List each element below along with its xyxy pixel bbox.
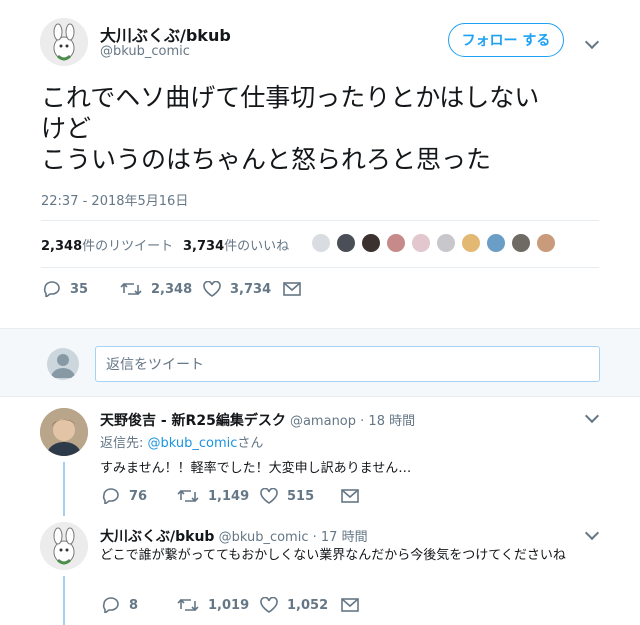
retweet-icon [177,489,199,503]
reply-count: 8 [129,597,139,613]
tweet-text: これでヘソ曲げて仕事切ったりとかはしない けど こういうのはちゃんと怒られろと思… [41,82,611,175]
retweet-action[interactable]: 2,348 [120,281,192,297]
retweet-count: 1,019 [208,597,250,613]
author-name[interactable]: 大川ぶくぶ/bkub [100,22,231,46]
reply-author-handle[interactable]: @amanop [290,414,356,429]
like-action[interactable]: 3,734 [203,281,271,297]
liker-avatar[interactable] [537,234,555,252]
liker-avatar[interactable] [462,234,480,252]
envelope-icon [283,282,301,296]
liker-avatar[interactable] [512,234,530,252]
retweet-icon [177,598,199,612]
liker-avatars[interactable] [312,234,562,256]
liker-avatar[interactable] [312,234,330,252]
liker-avatar[interactable] [437,234,455,252]
direct-message-action[interactable] [341,489,359,503]
tweet-timestamp[interactable]: 22:37 - 2018年5月16日 [41,190,188,209]
reply-author-name[interactable]: 天野俊吉 - 新R25編集デスク [100,413,286,429]
retweet-label: 件のリツイート [82,239,174,254]
retweet-count: 2,348 [151,281,193,297]
reply-count: 76 [129,488,148,504]
tweet-text-line-3: こういうのはちゃんと怒られろと思った [41,145,492,174]
reply-author-name[interactable]: 大川ぶくぶ/bkub [100,529,214,545]
reply-header: 大川ぶくぶ/bkub @bkub_comic · 17 時間 [100,526,368,546]
divider [41,267,599,268]
heart-icon [203,281,221,297]
reply-to-handle[interactable]: @bkub_comic [148,436,238,451]
thread-connector [63,462,65,516]
like-label: 件のいいね [224,239,290,254]
like-count: 3,734 [230,281,272,297]
direct-message-action[interactable] [341,598,359,612]
reply-time[interactable]: · 17 時間 [313,530,368,545]
reply-author-handle[interactable]: @bkub_comic [219,530,309,545]
heart-icon [260,488,278,504]
rabbit-icon [40,522,88,570]
author-avatar[interactable] [40,18,88,66]
envelope-icon [341,489,359,503]
reply-count: 35 [70,281,89,297]
person-photo-icon [40,408,88,456]
like-action[interactable]: 515 [260,488,314,504]
reply-action[interactable]: 76 [102,488,147,504]
reply-input[interactable]: 返信をツイート [95,346,600,382]
reply-icon [102,488,119,504]
reply-action[interactable]: 35 [43,281,88,297]
author-handle[interactable]: @bkub_comic [100,44,190,59]
tweet-text-line-1: これでヘソ曲げて仕事切ったりとかはしない [41,83,540,112]
like-count: 3,734 [183,239,225,254]
chevron-down-icon[interactable] [584,34,600,50]
tweet-text-line-2: けど [41,114,92,143]
liker-avatar[interactable] [487,234,505,252]
reply-time[interactable]: · 18 時間 [360,414,415,429]
divider [41,220,599,221]
reply-icon [43,281,60,297]
thread-connector [63,576,65,625]
reply-text: すみません！！軽率でした！大変申し訳ありません… [100,461,412,476]
retweet-action[interactable]: 1,149 [177,488,249,504]
liker-avatar[interactable] [387,234,405,252]
liker-avatar[interactable] [337,234,355,252]
current-user-avatar [47,348,79,380]
reply-header: 天野俊吉 - 新R25編集デスク @amanop · 18 時間 [100,410,415,430]
reply-avatar[interactable] [40,522,88,570]
reply-action[interactable]: 8 [102,597,138,613]
liker-avatar[interactable] [412,234,430,252]
like-stats[interactable]: 3,734件のいいね [183,235,289,254]
chevron-down-icon[interactable] [584,525,600,541]
retweet-icon [120,282,142,296]
retweet-count: 2,348 [41,239,83,254]
reply-icon [102,597,119,613]
follow-button[interactable]: フォロー する [448,23,564,57]
chevron-down-icon[interactable] [584,408,600,424]
like-count: 1,052 [287,597,329,613]
envelope-icon [341,598,359,612]
reply-avatar[interactable] [40,408,88,456]
liker-avatar[interactable] [362,234,380,252]
heart-icon [260,597,278,613]
reply-composer: 返信をツイート [0,328,640,397]
rabbit-icon [40,18,88,66]
direct-message-action[interactable] [283,282,301,296]
reply-to-line: 返信先: @bkub_comicさん [100,432,263,451]
reply-to-suffix: さん [237,436,264,451]
retweet-count: 1,149 [208,488,250,504]
reply-to-prefix: 返信先: [100,436,148,451]
retweet-stats[interactable]: 2,348件のリツイート [41,235,173,254]
follow-button-label: フォロー する [461,33,551,49]
like-count: 515 [287,488,315,504]
like-action[interactable]: 1,052 [260,597,328,613]
default-user-icon [51,354,75,378]
reply-text: どこで誰が繋がっててもおかしくない業界なんだから今後気をつけてくださいね [100,548,566,563]
retweet-action[interactable]: 1,019 [177,597,249,613]
reply-input-placeholder: 返信をツイート [106,357,204,373]
